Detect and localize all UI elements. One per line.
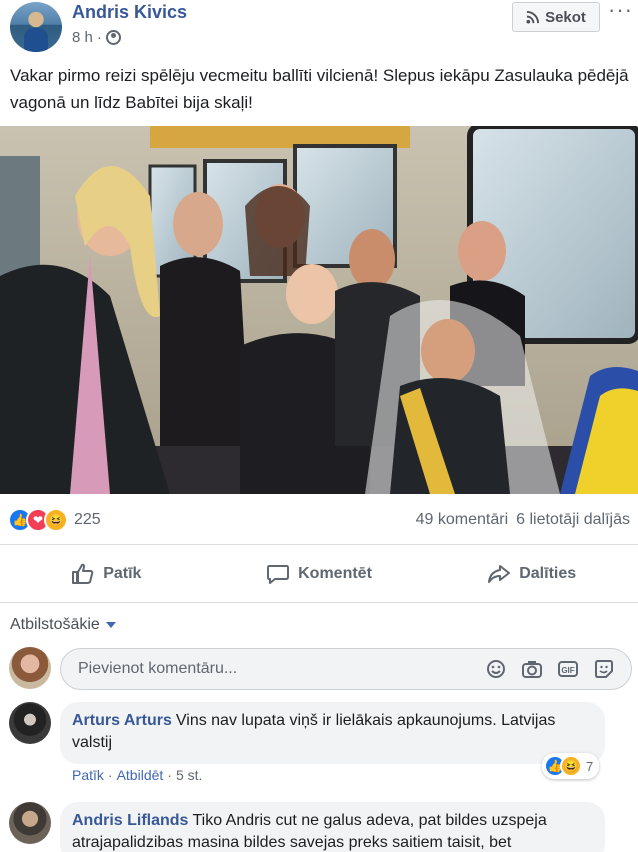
commenter-name[interactable]: Arturs Arturs xyxy=(72,712,172,729)
post-header: Andris Kivics 8 h · Sekot ··· xyxy=(10,0,632,54)
comment-button[interactable]: Komentēt xyxy=(213,552,426,596)
commenter-avatar[interactable] xyxy=(9,802,51,844)
post-text: Vakar pirmo reizi spēlēju vecmeitu ballī… xyxy=(10,66,629,112)
haha-reaction-icon[interactable]: 😆 xyxy=(44,508,68,532)
sticker-icon[interactable] xyxy=(593,658,615,680)
photo-illustration xyxy=(0,126,638,494)
current-user-avatar xyxy=(9,647,51,689)
gif-icon[interactable]: GIF xyxy=(557,658,579,680)
comment-reply-link[interactable]: Atbildēt xyxy=(117,767,164,783)
comment-actions: Patīk · Atbildēt · 5 st. xyxy=(72,767,203,783)
comment-reactions[interactable]: 👍 😆 7 xyxy=(542,753,600,779)
follow-label: Sekot xyxy=(545,8,586,26)
more-icon[interactable]: ··· xyxy=(608,0,632,24)
divider xyxy=(0,602,638,603)
comment-label: Komentēt xyxy=(298,565,372,582)
like-label: Patīk xyxy=(103,565,142,582)
camera-icon[interactable] xyxy=(521,658,543,680)
comment-filter-label: Atbilstošākie xyxy=(10,616,100,633)
rss-icon xyxy=(526,10,540,24)
globe-icon[interactable] xyxy=(105,30,121,45)
share-label: Dalīties xyxy=(519,565,577,582)
share-icon xyxy=(488,565,511,583)
emoji-icon[interactable] xyxy=(485,658,507,680)
post-time[interactable]: 8 h xyxy=(72,29,93,46)
comment-icon xyxy=(267,565,290,584)
follow-button[interactable]: Sekot xyxy=(512,2,600,32)
reactions-bar: 👍 ❤ 😆 225 49 komentāri 6 lietotāji dalīj… xyxy=(8,506,634,534)
svg-text:GIF: GIF xyxy=(561,666,574,675)
post-actions: Patīk Komentēt Dalīties xyxy=(0,552,638,596)
haha-reaction-icon: 😆 xyxy=(560,755,582,777)
comment-bubble: Andris Liflands Tiko Andris cut ne galus … xyxy=(60,802,605,852)
comment-input[interactable] xyxy=(78,660,485,678)
comment-filter[interactable]: Atbilstošākie xyxy=(10,616,116,634)
divider xyxy=(0,544,638,545)
caret-down-icon xyxy=(105,622,116,628)
share-button[interactable]: Dalīties xyxy=(425,552,638,596)
comment-time[interactable]: 5 st. xyxy=(176,767,202,783)
comment-like-link[interactable]: Patīk xyxy=(72,767,104,783)
author-avatar[interactable] xyxy=(10,2,62,52)
comment-reaction-count: 7 xyxy=(586,758,594,774)
commenter-avatar[interactable] xyxy=(9,702,51,744)
post-photo[interactable] xyxy=(0,126,638,494)
comment-input-icons: GIF xyxy=(485,658,631,680)
shares-count[interactable]: 6 lietotāji dalījās xyxy=(516,511,630,529)
post-meta: 8 h · xyxy=(72,29,121,46)
like-icon xyxy=(72,563,94,584)
commenter-name[interactable]: Andris Liflands xyxy=(72,812,188,829)
like-button[interactable]: Patīk xyxy=(0,552,213,596)
comment-input-box[interactable]: GIF xyxy=(60,648,632,690)
author-name[interactable]: Andris Kivics xyxy=(72,2,187,23)
reaction-count[interactable]: 225 xyxy=(74,511,101,529)
post-stats: 49 komentāri 6 lietotāji dalījās xyxy=(416,511,630,529)
comment-bubble: Arturs Arturs Vins nav lupata viņš ir lie… xyxy=(60,702,605,764)
comments-count[interactable]: 49 komentāri xyxy=(416,511,509,529)
